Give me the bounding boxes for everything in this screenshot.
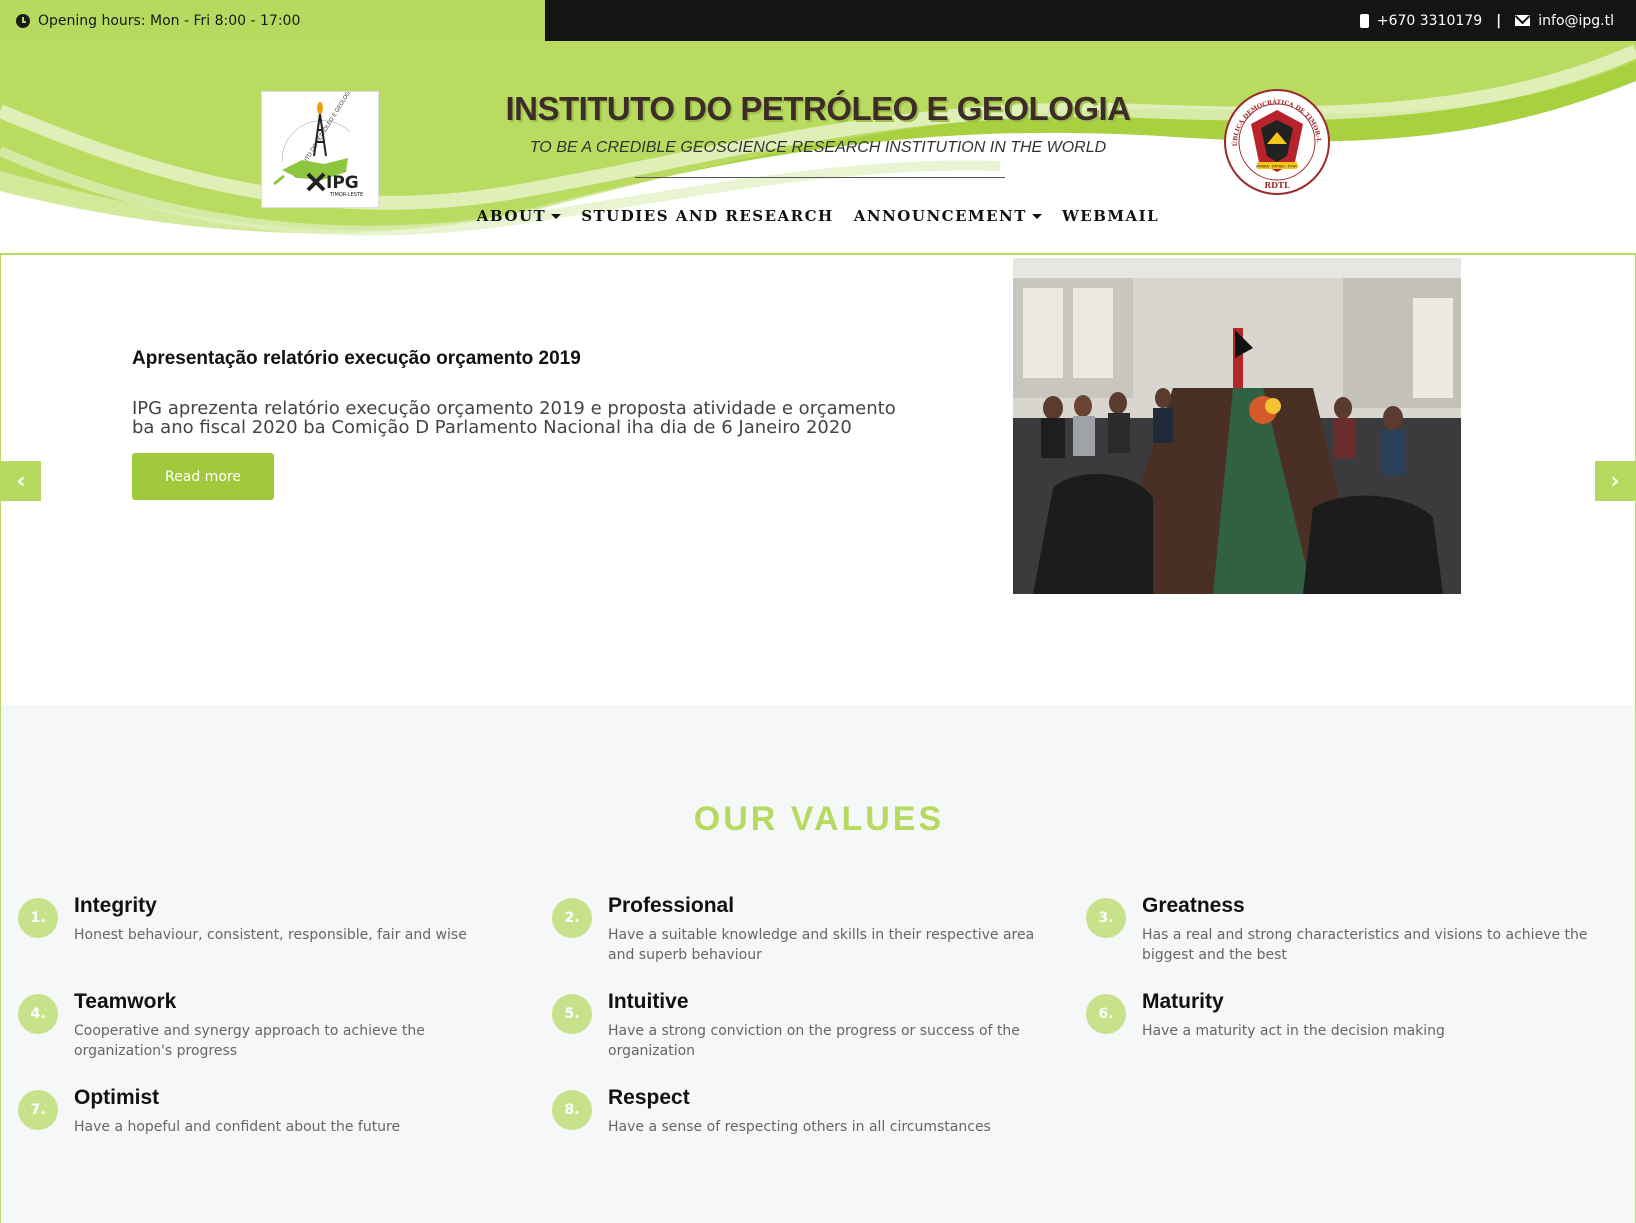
news-slider: Apresentação relatório execução orçament…	[0, 255, 1636, 705]
value-number-badge: 2.	[552, 898, 592, 938]
slider-prev-button[interactable]: ‹	[1, 461, 41, 501]
value-name: Optimist	[74, 1086, 160, 1109]
slide-text: IPG aprezenta relatório execução orçamen…	[132, 398, 896, 438]
meeting-room-photo	[1013, 258, 1461, 594]
value-number-badge: 7.	[18, 1090, 58, 1130]
value-name: Intuitive	[608, 990, 689, 1013]
clock-icon	[16, 13, 30, 28]
value-number-badge: 5.	[552, 994, 592, 1034]
nav-label: STUDIES AND RESEARCH	[581, 207, 834, 225]
site-title[interactable]: INSTITUTO DO PETRÓLEO E GEOLOGIA	[0, 90, 1636, 128]
value-name: Respect	[608, 1086, 690, 1109]
rdtl-emblem-graphic: HONRA · PÁTRIA · POVO RDTL REPÚBLICA DEM…	[1221, 83, 1330, 195]
logo-mark: IPG	[326, 173, 359, 193]
value-description: Has a real and strong characteristics an…	[1142, 927, 1588, 963]
read-more-button[interactable]: Read more	[132, 453, 274, 500]
rdtl-emblem: HONRA · PÁTRIA · POVO RDTL REPÚBLICA DEM…	[1221, 83, 1331, 196]
nav-item-webmail[interactable]: WEBMAIL	[1060, 207, 1161, 225]
value-description: Cooperative and synergy approach to achi…	[74, 1023, 425, 1059]
emblem-initials: RDTL	[1264, 180, 1290, 190]
value-description: Have a suitable knowledge and skills in …	[608, 927, 1035, 963]
contact-info: +670 3310179 | info@ipg.tl	[545, 0, 1636, 41]
phone-link[interactable]: +670 3310179	[1377, 13, 1482, 29]
contact-separator: |	[1496, 12, 1502, 29]
value-number-badge: 3.	[1086, 898, 1126, 938]
nav-item-announcement[interactable]: ANNOUNCEMENT	[852, 207, 1044, 225]
value-description: Have a maturity act in the decision maki…	[1142, 1023, 1445, 1039]
value-description: Honest behaviour, consistent, responsibl…	[74, 927, 467, 943]
value-number-badge: 4.	[18, 994, 58, 1034]
value-name: Integrity	[74, 894, 157, 917]
opening-hours: Opening hours: Mon - Fri 8:00 - 17:00	[0, 0, 545, 41]
value-name: Maturity	[1142, 990, 1224, 1013]
caret-down-icon	[551, 213, 562, 219]
value-description: Have a strong conviction on the progress…	[608, 1023, 1020, 1059]
value-number-badge: 8.	[552, 1090, 592, 1130]
value-name: Teamwork	[74, 990, 177, 1013]
value-name: Professional	[608, 894, 735, 917]
site-header: INSTITUTO DO PETRÓLEO E GEOLOGIA IPG TIM…	[0, 41, 1636, 255]
slider-next-button[interactable]: ›	[1595, 461, 1635, 501]
value-name: Greatness	[1142, 894, 1245, 917]
logo-sub: TIMOR-LESTE	[329, 192, 363, 198]
opening-hours-text: Opening hours: Mon - Fri 8:00 - 17:00	[38, 12, 301, 29]
nav-label: WEBMAIL	[1061, 207, 1160, 225]
nav-item-about[interactable]: ABOUT	[475, 207, 563, 225]
value-number-badge: 1.	[18, 898, 58, 938]
values-heading: OUR VALUES	[693, 800, 945, 838]
envelope-icon	[1515, 15, 1531, 26]
nav-item-studies-and-research[interactable]: STUDIES AND RESEARCH	[579, 207, 836, 225]
values-section: OUR VALUES 1. Integrity Honest behaviour…	[0, 705, 1636, 1223]
caret-down-icon	[1031, 213, 1042, 219]
phone-icon	[1359, 13, 1369, 28]
nav-label: ANNOUNCEMENT	[853, 207, 1027, 225]
chevron-left-icon: ‹	[16, 468, 26, 494]
chevron-right-icon: ›	[1610, 468, 1620, 494]
site-tagline: TO BE A CREDIBLE GEOSCIENCE RESEARCH INS…	[529, 139, 1107, 156]
title-divider	[635, 177, 1005, 178]
emblem-banner: HONRA · PÁTRIA · POVO	[1256, 164, 1299, 169]
top-bar: Opening hours: Mon - Fri 8:00 - 17:00 +6…	[0, 0, 1636, 41]
value-description: Have a sense of respecting others in all…	[608, 1119, 991, 1135]
slide-title[interactable]: Apresentação relatório execução orçament…	[132, 348, 581, 370]
main-nav: ABOUT STUDIES AND RESEARCH ANNOUNCEMENT …	[0, 207, 1636, 225]
slide-photo[interactable]	[1013, 258, 1461, 594]
email-link[interactable]: info@ipg.tl	[1538, 13, 1614, 29]
value-description: Have a hopeful and confident about the f…	[74, 1119, 401, 1135]
nav-label: ABOUT	[476, 207, 547, 225]
value-number-badge: 6.	[1086, 994, 1126, 1034]
